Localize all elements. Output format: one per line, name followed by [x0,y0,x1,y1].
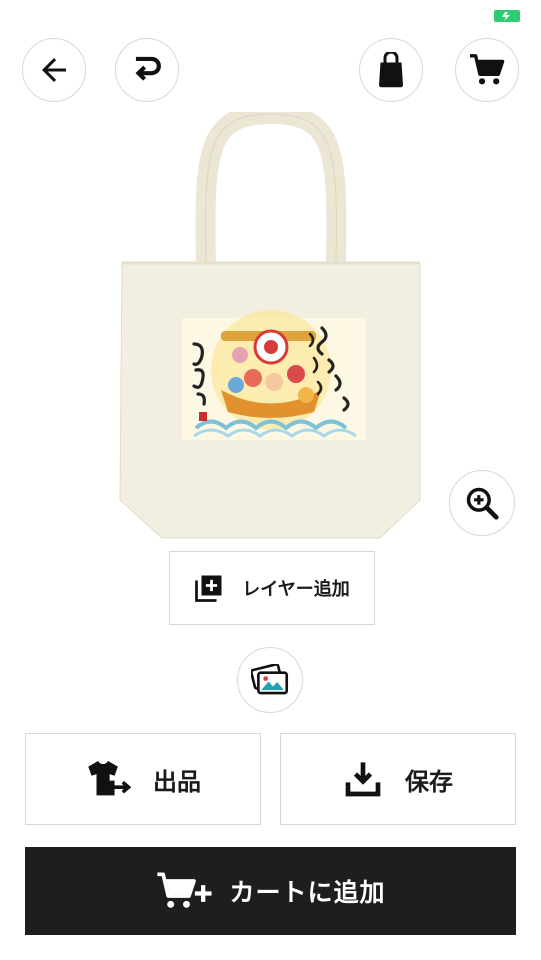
photo-library-icon [251,664,289,695]
add-layer-button[interactable]: レイヤー追加 [169,551,375,625]
add-layer-label: レイヤー追加 [242,579,350,600]
image-library-button[interactable] [237,647,303,713]
list-label: 出品 [153,767,201,796]
battery-icon [494,10,520,22]
add-to-cart-label: カートに追加 [229,878,386,907]
tshirt-export-icon [88,760,131,796]
zoom-in-icon [466,487,499,520]
cart-icon [470,54,505,85]
download-icon [345,762,381,797]
print-artwork[interactable] [182,310,366,440]
bag-icon [379,52,403,88]
add-layer-icon [195,575,222,602]
cart-button[interactable] [455,38,519,102]
zoom-button[interactable] [449,470,515,536]
redo-icon [135,56,161,81]
arrow-left-icon [42,58,66,82]
cart-plus-icon [157,872,212,908]
save-button[interactable]: 保存 [280,733,516,825]
back-button[interactable] [22,38,86,102]
redo-button[interactable] [115,38,179,102]
add-to-cart-button[interactable]: カートに追加 [25,847,516,935]
list-for-sale-button[interactable]: 出品 [25,733,261,825]
tote-bag-preview[interactable] [116,112,426,542]
product-select-button[interactable] [359,38,423,102]
save-label: 保存 [405,767,453,796]
